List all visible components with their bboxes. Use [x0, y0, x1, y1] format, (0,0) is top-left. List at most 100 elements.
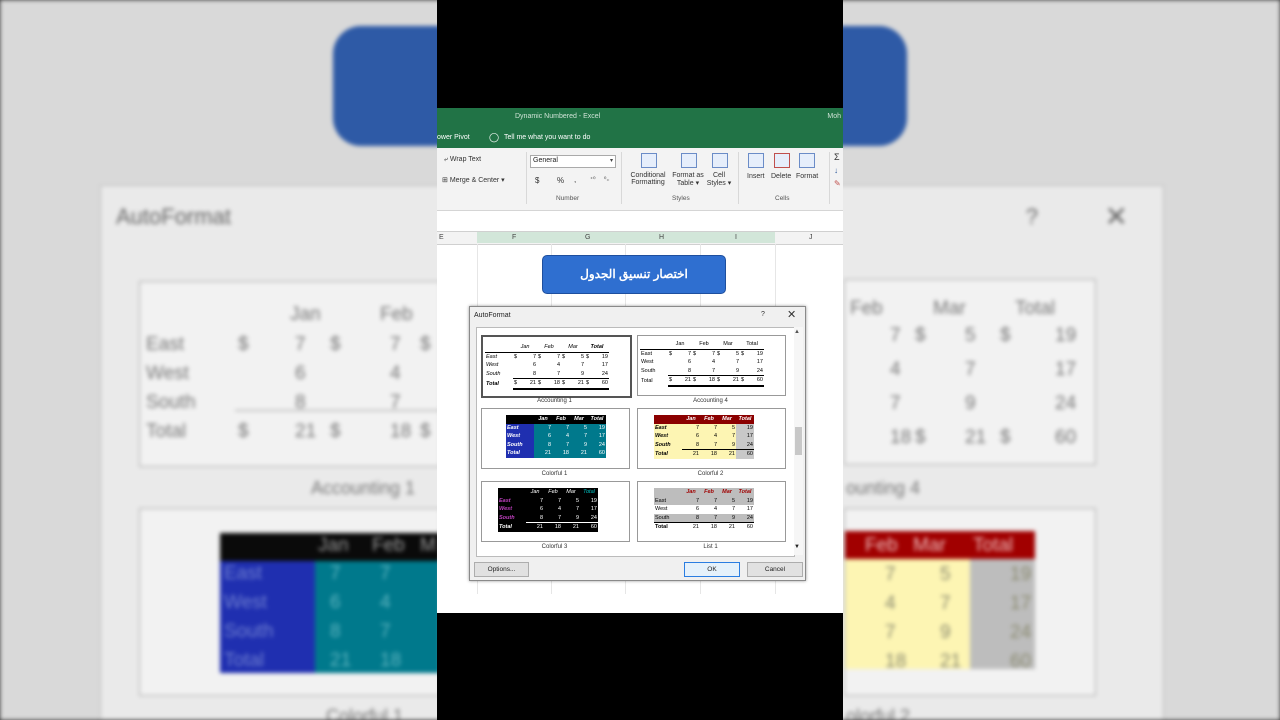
bg-cell: 18 [890, 427, 912, 448]
column-header[interactable]: H [659, 234, 664, 241]
preview-cell: 18 [700, 522, 718, 532]
cancel-button[interactable]: Cancel [747, 562, 803, 577]
tab-power-pivot[interactable]: ower Pivot [437, 134, 470, 141]
preview-cell: West [654, 432, 682, 441]
column-header[interactable]: J [809, 234, 813, 241]
preview-cell: 8 [534, 440, 552, 449]
preview-cell: 21 [682, 449, 700, 459]
merge-center-button[interactable]: ⊞ Merge & Center ▾ [442, 176, 505, 184]
preview-cell: 7 [552, 440, 570, 449]
preview-value: 60 [601, 380, 608, 387]
scroll-up-icon[interactable]: ▲ [794, 329, 800, 335]
ribbon: ⤶ Wrap Text ⊞ Merge & Center ▾ General ▾… [437, 148, 843, 211]
ok-button[interactable]: OK [684, 562, 740, 577]
bg-cell: 9 [940, 622, 951, 643]
preview-cell: Total [506, 449, 534, 458]
format-preview-colorful-2[interactable]: Jan Feb Mar Total East 7 7 5 19 West 6 4 7 17 South 8 7 9… [637, 408, 786, 469]
background-colorful1-preview: Jan Feb M East 7 7 West 6 4 South 8 7 Total 21 18 [139, 508, 441, 696]
preview-cell: 4 [552, 432, 570, 441]
preview-value: 4 [556, 362, 560, 369]
bg-cell: $ [238, 421, 249, 442]
preview-cell: 21 [570, 449, 588, 458]
format-preview-accounting-4[interactable]: Jan Feb Mar Total East $7 $7 $5 $19 West 6 4 7 17 Sout… [637, 335, 786, 396]
cell-styles-button[interactable]: Cell Styles ▾ [706, 172, 732, 187]
preview-cell: 17 [580, 505, 598, 514]
preview-value: 17 [746, 506, 753, 513]
preview-value: 5 [583, 424, 587, 431]
format-preview-list-1[interactable]: Jan Feb Mar Total East 7 7 5 19 West 6 4 7 17 South 8 7 9… [637, 481, 786, 542]
title-bar: Dynamic Numbered - Excel Moh [437, 108, 843, 129]
fill-icon[interactable]: ↓ [834, 166, 838, 175]
clear-icon[interactable]: ✎ [834, 179, 841, 188]
merge-center-label: Merge & Center [449, 177, 500, 184]
preview-value: 7 [713, 424, 717, 431]
column-header[interactable]: E [439, 234, 444, 241]
preview-value: 8 [547, 441, 551, 448]
decrease-decimal-icon[interactable]: ⁰₊ [604, 176, 610, 183]
gallery-scrollbar[interactable]: ▲ ▼ [794, 327, 803, 555]
preview-value: 60 [598, 450, 605, 457]
format-gallery[interactable]: Jan Feb Mar Total East $7 $7 $5 $19 West 6 4 7 17 Sout… [476, 327, 795, 557]
currency-symbol: $ [562, 353, 566, 360]
preview-cell: 8 [513, 370, 537, 379]
bg-header: Mar [933, 298, 966, 319]
insert-button[interactable]: Insert [747, 173, 765, 180]
preview-cell: 18 [700, 449, 718, 459]
percent-button[interactable]: % [557, 176, 564, 185]
wrap-text-button[interactable]: ⤶ Wrap Text [444, 156, 481, 164]
bg-cell: 5 [965, 325, 976, 346]
preview-cell: 7 [700, 440, 718, 450]
preview-cell: 24 [740, 367, 764, 376]
preview-value: 21 [728, 451, 735, 458]
preview-value: 21 [692, 524, 699, 531]
delete-button[interactable]: Delete [771, 173, 791, 180]
comma-button[interactable]: , [574, 175, 576, 184]
document-title: Dynamic Numbered - Excel [515, 113, 601, 120]
preview-value: 60 [590, 524, 597, 531]
preview-value: 7 [557, 497, 561, 504]
options-button[interactable]: Options... [474, 562, 529, 577]
close-icon[interactable]: ✕ [787, 308, 796, 321]
column-header[interactable]: F [512, 234, 516, 241]
conditional-formatting-button[interactable]: Conditional Formatting [628, 172, 668, 186]
bg-cell: 7 [885, 564, 896, 585]
cs-label-1: Cell [712, 172, 726, 179]
number-format-dropdown[interactable]: General ▾ [530, 155, 616, 168]
preview-cell: South [654, 513, 682, 523]
preview-cell: 19 [736, 423, 754, 432]
preview-cell: West [641, 359, 654, 366]
dialog-title: AutoFormat [474, 312, 511, 319]
preview-value: 21 [684, 377, 691, 384]
format-preview-colorful-3[interactable]: Jan Feb Mar Total East 7 7 5 19 West 6 4 7 17 South 8 7 9… [481, 481, 630, 542]
scrollbar-thumb[interactable] [795, 427, 802, 455]
preview-cell: South [641, 368, 656, 374]
format-preview-colorful-1[interactable]: Jan Feb Mar Total East 7 7 5 19 West 6 4 7 17 South 8 7 9… [481, 408, 630, 469]
preview-cell: 21 [682, 522, 700, 532]
group-number-label: Number [556, 195, 580, 202]
format-preview-accounting-1[interactable]: Jan Feb Mar Total East $7 $7 $5 $19 West 6 4 7 17 Sout… [481, 335, 632, 398]
preview-cell: South [654, 440, 682, 450]
format-button[interactable]: Format [796, 173, 818, 180]
preview-value: 60 [756, 377, 763, 384]
preview-value: 17 [601, 362, 608, 369]
preview-value: 6 [532, 362, 536, 369]
help-icon[interactable]: ? [761, 311, 765, 318]
tell-me-search[interactable]: Tell me what you want to do [504, 134, 590, 141]
bg-header: Jan [290, 304, 321, 325]
preview-value: 60 [746, 451, 753, 458]
preview-value: 19 [590, 497, 597, 504]
autosum-icon[interactable]: Σ [834, 152, 840, 162]
preview-value: 7 [532, 353, 536, 360]
column-header[interactable]: G [585, 234, 590, 241]
preview-value: 4 [557, 506, 561, 513]
preview-cell: 8 [526, 513, 544, 523]
format-as-table-button[interactable]: Format as Table ▾ [670, 172, 706, 187]
currency-button[interactable]: $ [535, 176, 539, 185]
ribbon-separator [526, 152, 527, 204]
column-header[interactable]: I [735, 234, 737, 241]
increase-decimal-icon[interactable]: ⁺⁰ [590, 176, 596, 183]
scroll-down-icon[interactable]: ▼ [794, 544, 800, 550]
preview-cell: $7 [537, 352, 561, 361]
currency-symbol: $ [514, 380, 518, 387]
preview-value: 6 [539, 506, 543, 513]
